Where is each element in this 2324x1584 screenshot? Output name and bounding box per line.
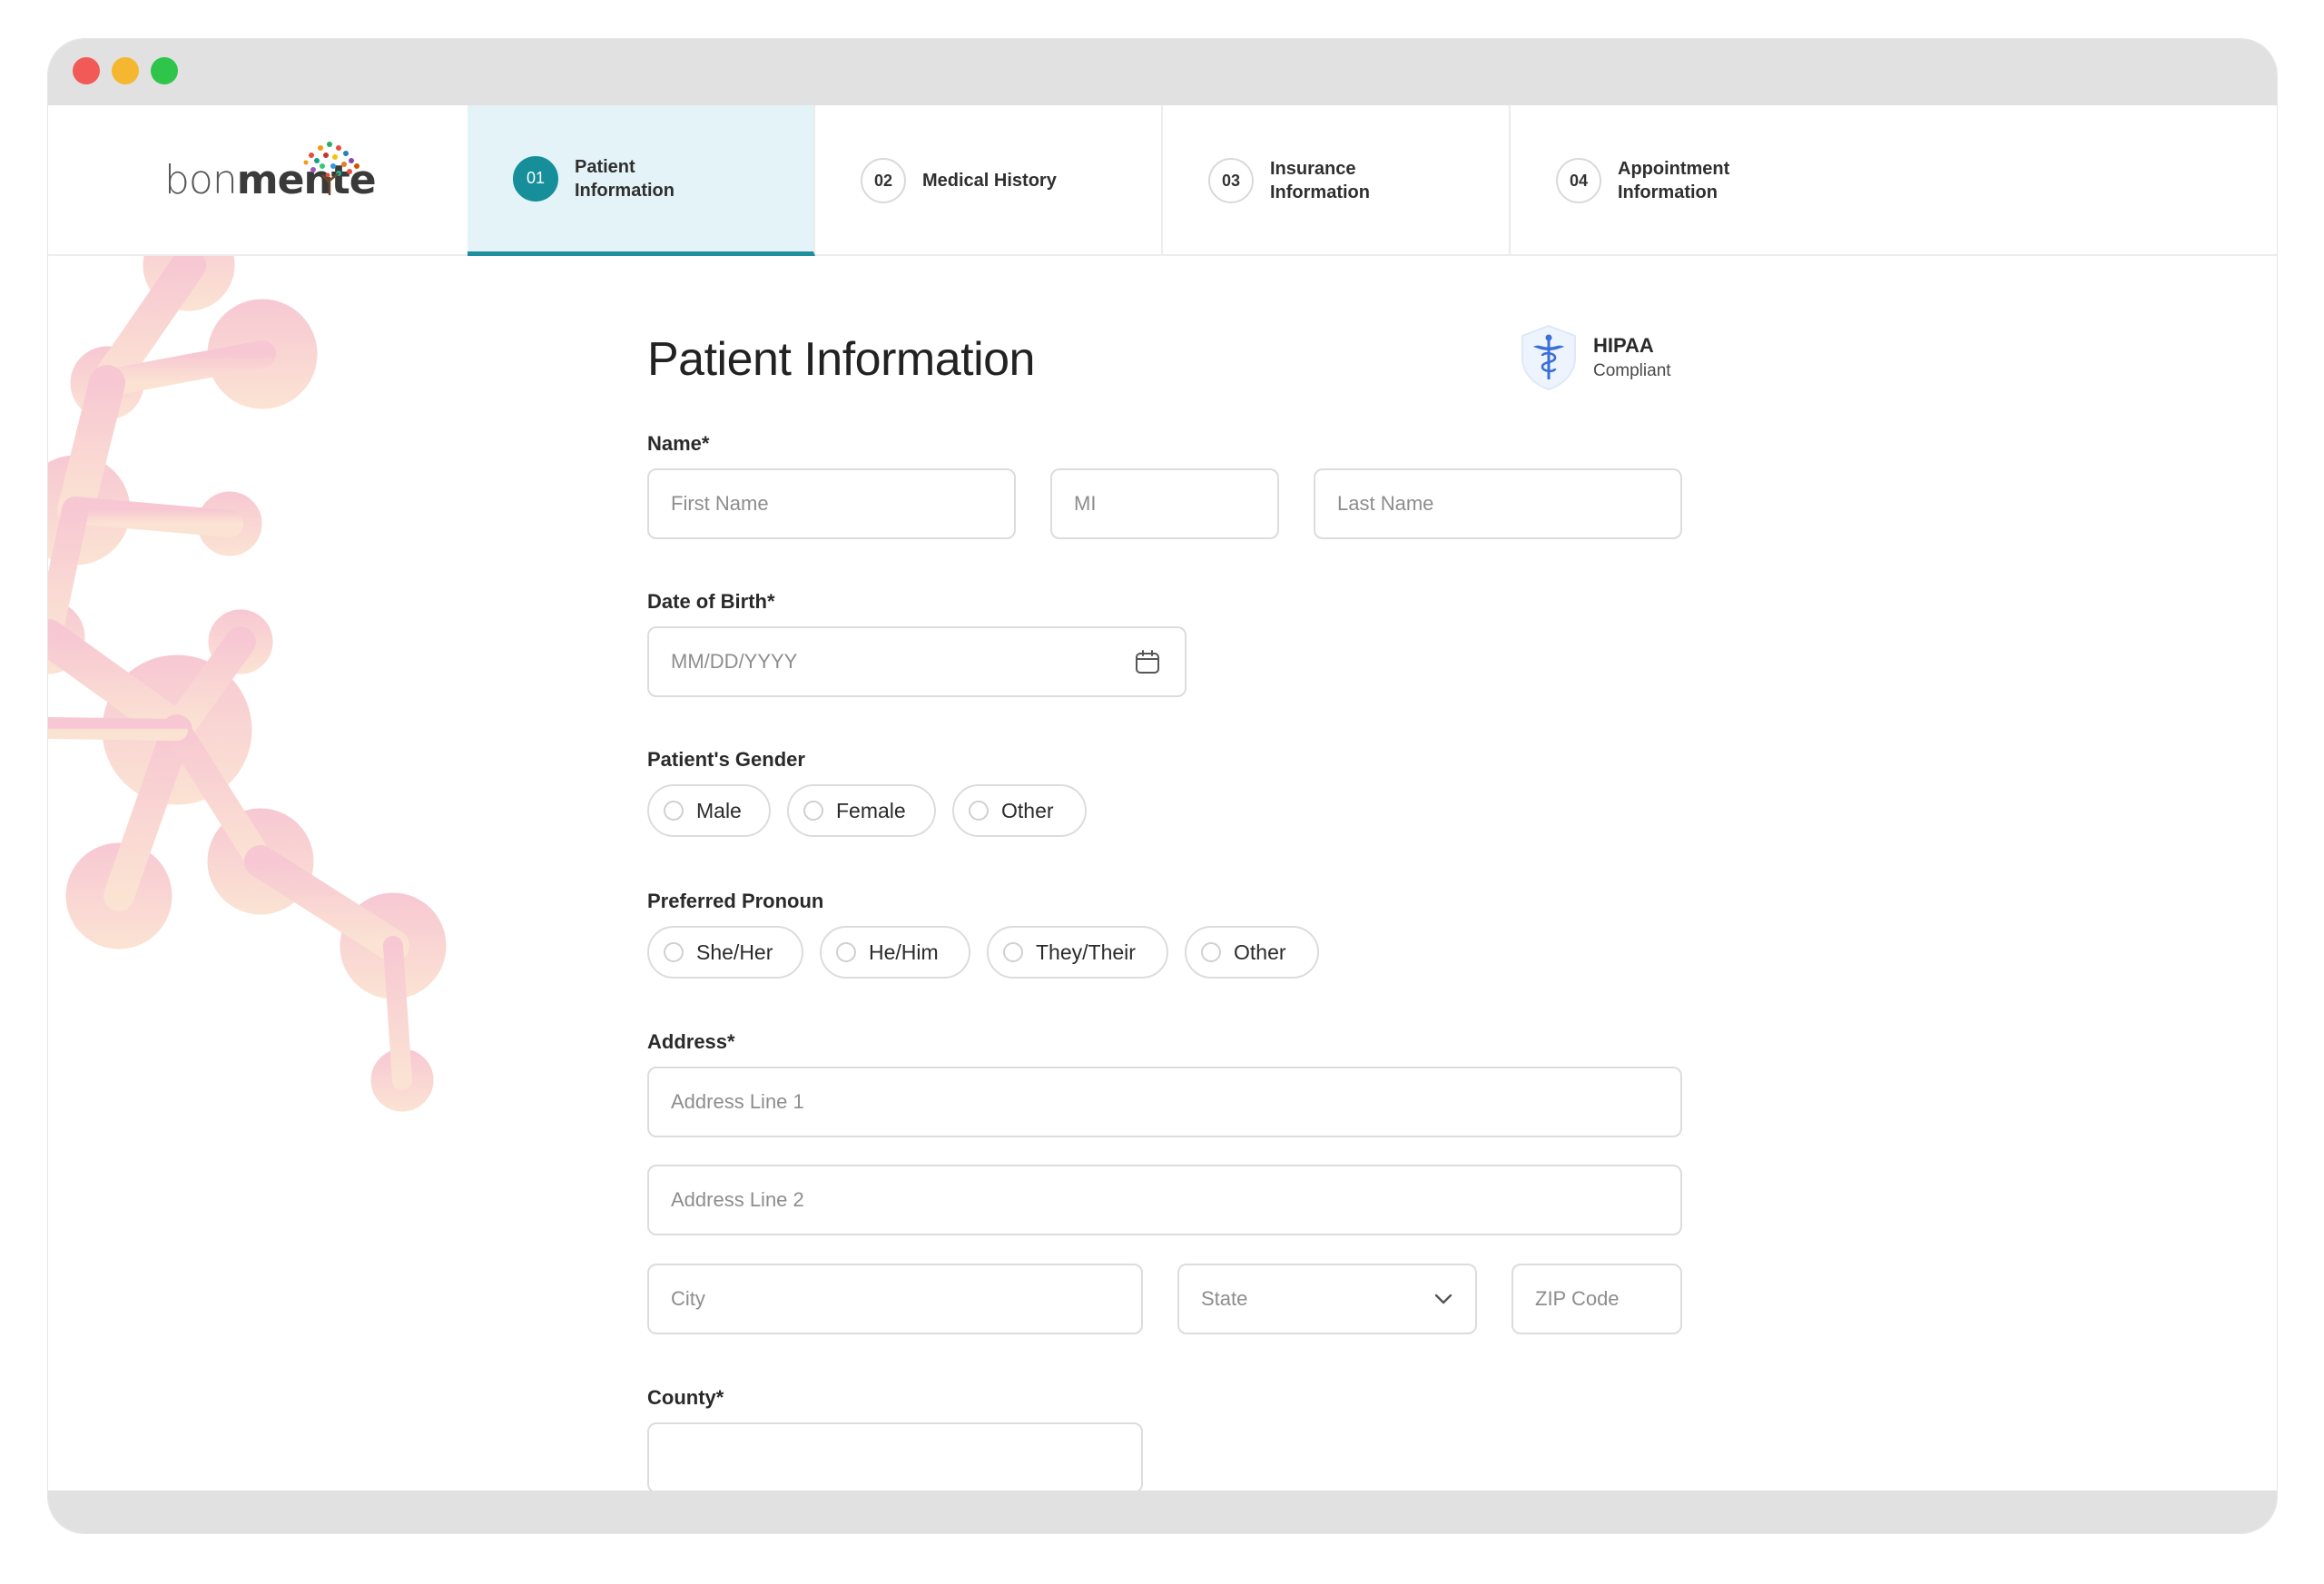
- hipaa-subtitle: Compliant: [1593, 361, 1671, 380]
- radio-button[interactable]: [836, 942, 856, 962]
- option-label: He/Him: [869, 940, 939, 964]
- step-label: Patient Information: [575, 156, 675, 201]
- address-label: Address*: [647, 1030, 735, 1053]
- step-insurance-information[interactable]: 03 Insurance Information: [1163, 105, 1511, 256]
- tree-logo-icon: [303, 142, 359, 195]
- close-window-button[interactable]: [73, 57, 100, 84]
- step-number: 04: [1556, 158, 1601, 203]
- minimize-window-button[interactable]: [112, 57, 139, 84]
- step-appointment-information[interactable]: 04 Appointment Information: [1511, 105, 1858, 256]
- browser-window: bonmente 01 Patient Information 02 Medic…: [48, 39, 2277, 1533]
- pronoun-option-they-their[interactable]: They/Their: [987, 926, 1168, 979]
- progress-steps: 01 Patient Information 02 Medical Histor…: [468, 105, 1858, 256]
- county-label: County*: [647, 1386, 724, 1409]
- middle-initial-input[interactable]: [1050, 468, 1279, 539]
- option-label: They/Their: [1036, 940, 1136, 964]
- calendar-icon[interactable]: [1134, 648, 1161, 675]
- county-input[interactable]: [647, 1422, 1143, 1493]
- last-name-input[interactable]: [1314, 468, 1682, 539]
- app-header: bonmente 01 Patient Information 02 Medic…: [48, 105, 2277, 256]
- address-line-1-input[interactable]: [647, 1067, 1682, 1137]
- bonmente-logo[interactable]: bonmente: [164, 137, 382, 210]
- radio-button[interactable]: [1201, 942, 1221, 962]
- caduceus-shield-icon: [1521, 324, 1576, 391]
- radio-button[interactable]: [664, 801, 684, 821]
- step-medical-history[interactable]: 02 Medical History: [815, 105, 1163, 256]
- logo-text-light: bon: [164, 157, 238, 203]
- name-label: Name*: [647, 432, 710, 455]
- date-of-birth-input[interactable]: [647, 626, 1187, 697]
- bottom-bar: [48, 1491, 2277, 1533]
- pronoun-option-he-him[interactable]: He/Him: [820, 926, 970, 979]
- radio-button[interactable]: [1003, 942, 1023, 962]
- hipaa-title: HIPAA: [1593, 334, 1654, 357]
- gender-option-male[interactable]: Male: [647, 784, 771, 837]
- gender-option-female[interactable]: Female: [787, 784, 936, 837]
- pronoun-option-other[interactable]: Other: [1185, 926, 1319, 979]
- dob-label: Date of Birth*: [647, 590, 775, 613]
- address-line-2-input[interactable]: [647, 1165, 1682, 1235]
- hipaa-badge: HIPAA Compliant: [1519, 321, 1700, 394]
- step-label: Insurance Information: [1270, 159, 1370, 202]
- option-label: Female: [836, 798, 906, 822]
- page-title: Patient Information: [647, 333, 1035, 386]
- city-input[interactable]: [647, 1264, 1143, 1334]
- option-label: Other: [1001, 798, 1054, 822]
- option-label: She/Her: [696, 940, 773, 964]
- pronoun-option-she-her[interactable]: She/Her: [647, 926, 803, 979]
- step-number: 03: [1208, 158, 1254, 203]
- option-label: Other: [1234, 940, 1286, 964]
- radio-button[interactable]: [664, 942, 684, 962]
- step-label: Medical History: [922, 171, 1057, 191]
- pronoun-label: Preferred Pronoun: [647, 890, 824, 912]
- option-label: Male: [696, 798, 742, 822]
- gender-option-other[interactable]: Other: [952, 784, 1087, 837]
- zip-code-input[interactable]: [1512, 1264, 1682, 1334]
- step-patient-information[interactable]: 01 Patient Information: [468, 105, 815, 256]
- first-name-input[interactable]: [647, 468, 1016, 539]
- maximize-window-button[interactable]: [151, 57, 178, 84]
- radio-button[interactable]: [969, 801, 989, 821]
- title-bar: [48, 39, 2277, 105]
- chevron-down-icon[interactable]: [1432, 1287, 1455, 1311]
- radio-button[interactable]: [803, 801, 823, 821]
- state-placeholder: State: [1201, 1287, 1248, 1310]
- step-number: 01: [513, 155, 558, 202]
- gender-label: Patient's Gender: [647, 748, 805, 771]
- molecule-decoration: [48, 256, 447, 1112]
- step-number: 02: [861, 158, 906, 203]
- step-label: Appointment Information: [1618, 159, 1730, 202]
